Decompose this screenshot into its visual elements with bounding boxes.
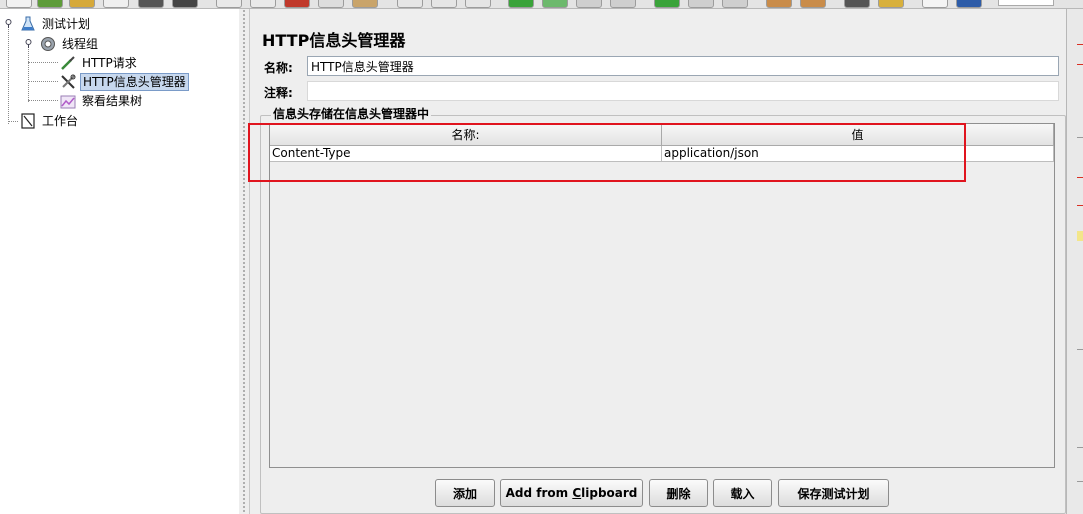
column-header-name[interactable]: 名称:	[270, 124, 662, 146]
column-header-value[interactable]: 值	[662, 124, 1054, 146]
add-from-clipboard-button[interactable]: Add from Clipboard	[500, 479, 643, 507]
add-button[interactable]: 添加	[435, 479, 495, 507]
screenshot-icon[interactable]	[172, 0, 198, 8]
tree-item-header-manager[interactable]: HTTP信息头管理器	[0, 73, 200, 91]
tree-item-label: 工作台	[42, 114, 79, 128]
search-icon[interactable]	[844, 0, 870, 8]
expand-icon[interactable]	[397, 0, 423, 8]
copy-icon[interactable]	[318, 0, 344, 8]
tree-item-test-plan[interactable]: 测试计划	[0, 15, 120, 33]
collapse-icon[interactable]	[431, 0, 457, 8]
chart-icon	[60, 95, 76, 109]
new-icon[interactable]	[6, 0, 32, 8]
save-icon[interactable]	[103, 0, 129, 8]
header-manager-panel: HTTP信息头管理器 名称: 注释: 信息头存储在信息头管理器中 名称: 值 C…	[248, 9, 1066, 514]
tree-item-thread-group[interactable]: 线程组	[0, 35, 120, 53]
edge-marker	[1077, 447, 1083, 448]
dropper-icon	[61, 56, 75, 70]
comment-label: 注释:	[264, 86, 293, 100]
wrench-icon	[61, 74, 76, 89]
splitter-grip[interactable]	[242, 9, 246, 514]
expand-toggle-icon[interactable]	[24, 39, 33, 48]
reset-search-icon[interactable]	[878, 0, 904, 8]
stop-icon[interactable]	[576, 0, 602, 8]
expand-toggle-icon[interactable]	[4, 19, 13, 28]
table-cell-name[interactable]: Content-Type	[270, 146, 662, 162]
status-field	[998, 0, 1054, 6]
edge-marker	[1077, 64, 1083, 65]
delete-button[interactable]: 删除	[649, 479, 708, 507]
load-button[interactable]: 载入	[713, 479, 772, 507]
tree-item-label: 线程组	[62, 37, 99, 51]
function-helper-icon[interactable]	[922, 0, 948, 8]
tree-item-workbench[interactable]: 工作台	[0, 112, 120, 130]
tree-item-label: HTTP信息头管理器	[80, 73, 189, 91]
save-as-icon[interactable]	[138, 0, 164, 8]
help-icon[interactable]	[956, 0, 982, 8]
shutdown-icon[interactable]	[610, 0, 636, 8]
edge-marker	[1077, 205, 1083, 206]
button-label-part: Add from	[505, 486, 573, 500]
edge-marker	[1077, 137, 1083, 138]
edge-marker	[1077, 349, 1083, 350]
start-no-pause-icon[interactable]	[542, 0, 568, 8]
page-title: HTTP信息头管理器	[262, 31, 406, 50]
button-mnemonic: C	[572, 486, 582, 500]
templates-icon[interactable]	[37, 0, 63, 8]
paste-icon[interactable]	[352, 0, 378, 8]
tree-item-label: HTTP请求	[82, 56, 137, 70]
save-test-plan-button[interactable]: 保存测试计划	[778, 479, 889, 507]
redo-icon[interactable]	[250, 0, 276, 8]
clear-all-icon[interactable]	[800, 0, 826, 8]
name-field[interactable]	[307, 56, 1059, 76]
clear-icon[interactable]	[766, 0, 792, 8]
edge-marker	[1077, 177, 1083, 178]
panel-splitter[interactable]	[239, 9, 249, 514]
flask-icon	[21, 16, 35, 31]
edge-marker	[1077, 44, 1083, 45]
tree-item-label: 测试计划	[42, 17, 91, 31]
name-label: 名称:	[264, 61, 293, 75]
headers-group-title: 信息头存储在信息头管理器中	[271, 105, 432, 122]
table-cell-value[interactable]: application/json	[662, 146, 1054, 162]
edge-marker	[1077, 231, 1083, 241]
tree-item-label: 察看结果树	[82, 94, 143, 108]
comment-field[interactable]	[307, 81, 1059, 101]
remote-start-icon[interactable]	[654, 0, 680, 8]
button-label-part: lipboard	[581, 486, 638, 500]
cut-icon[interactable]	[284, 0, 310, 8]
right-edge-panel	[1066, 9, 1083, 514]
test-plan-tree: 测试计划 线程组 HTTP请求 HTTP信息头管理器 察看结果树 工作台	[0, 9, 239, 514]
toolbar	[0, 0, 1083, 9]
remote-shutdown-icon[interactable]	[722, 0, 748, 8]
workbench-icon	[21, 113, 35, 129]
gear-icon	[41, 37, 55, 51]
tree-item-http-request[interactable]: HTTP请求	[0, 54, 160, 72]
toggle-icon[interactable]	[465, 0, 491, 8]
headers-table: 名称: 值 Content-Type application/json	[269, 123, 1055, 468]
open-icon[interactable]	[69, 0, 95, 8]
edge-marker	[1077, 481, 1083, 482]
remote-stop-icon[interactable]	[688, 0, 714, 8]
undo-icon[interactable]	[216, 0, 242, 8]
tree-item-results-tree[interactable]: 察看结果树	[0, 92, 160, 110]
start-icon[interactable]	[508, 0, 534, 8]
